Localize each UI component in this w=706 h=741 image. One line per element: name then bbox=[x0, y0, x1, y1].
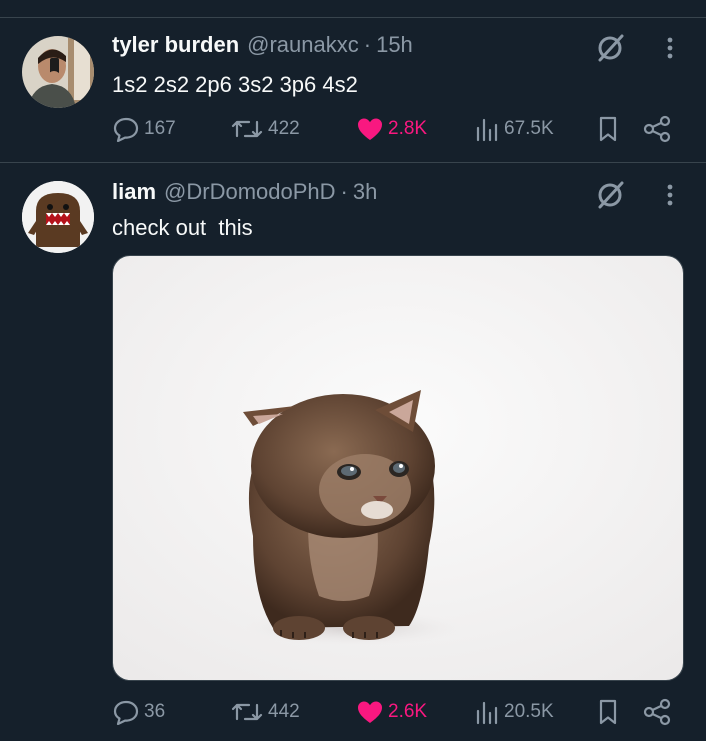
reply-icon bbox=[113, 700, 139, 725]
handle[interactable]: @raunakxc bbox=[247, 32, 359, 58]
bookmark-button[interactable] bbox=[596, 697, 624, 727]
handle[interactable]: @DrDomodoPhD bbox=[164, 179, 336, 205]
tweet-media-image[interactable] bbox=[112, 255, 684, 681]
more-icon bbox=[667, 184, 673, 206]
views-icon bbox=[476, 118, 498, 142]
display-name[interactable]: liam bbox=[112, 179, 156, 205]
like-count: 2.8K bbox=[388, 118, 428, 139]
repost-count: 442 bbox=[268, 701, 300, 722]
more-icon bbox=[667, 37, 673, 59]
repost-button[interactable]: 442 bbox=[230, 697, 300, 727]
views-button[interactable]: 20.5K bbox=[474, 697, 554, 727]
tweet-text: 1s2 2s2 2p6 3s2 3p6 4s2 bbox=[112, 72, 358, 97]
grok-icon bbox=[598, 181, 624, 209]
repost-count: 422 bbox=[268, 118, 300, 139]
grok-button[interactable] bbox=[594, 179, 626, 211]
views-icon bbox=[476, 701, 498, 725]
bookmark-icon bbox=[599, 116, 617, 142]
bookmark-button[interactable] bbox=[596, 114, 624, 144]
share-icon bbox=[643, 698, 671, 726]
avatar-photo bbox=[22, 181, 94, 253]
share-button[interactable] bbox=[642, 697, 676, 727]
view-count: 67.5K bbox=[504, 118, 554, 139]
like-button[interactable]: 2.6K bbox=[356, 697, 427, 727]
more-button[interactable] bbox=[660, 179, 680, 211]
grok-icon bbox=[598, 34, 624, 62]
tweet-actions: 36 442 2.6K 20.5K bbox=[112, 697, 682, 727]
reply-button[interactable]: 167 bbox=[112, 114, 176, 144]
reply-count: 167 bbox=[144, 118, 176, 139]
top-divider bbox=[0, 17, 706, 18]
tweet-header: liam @DrDomodoPhD · 3h bbox=[112, 177, 377, 207]
heart-icon bbox=[358, 118, 382, 140]
repost-button[interactable]: 422 bbox=[230, 114, 300, 144]
bookmark-icon bbox=[599, 699, 617, 725]
separator: · bbox=[363, 32, 372, 57]
kitten-photo bbox=[113, 256, 683, 680]
timestamp[interactable]: 3h bbox=[353, 179, 377, 205]
repost-icon bbox=[231, 120, 263, 138]
avatar-photo bbox=[22, 36, 94, 108]
tweet-text: check out this bbox=[112, 215, 253, 240]
view-count: 20.5K bbox=[504, 701, 554, 722]
separator: · bbox=[340, 179, 348, 204]
tweet[interactable]: liam @DrDomodoPhD · 3h check out this 36… bbox=[0, 177, 706, 741]
tweet-divider bbox=[0, 162, 706, 163]
avatar[interactable] bbox=[22, 181, 94, 253]
reply-button[interactable]: 36 bbox=[112, 697, 165, 727]
share-icon bbox=[643, 115, 671, 143]
tweet[interactable]: tyler burden @raunakxc · 15h 1s2 2s2 2p6… bbox=[0, 30, 706, 162]
timestamp[interactable]: 15h bbox=[376, 32, 413, 58]
grok-button[interactable] bbox=[594, 32, 626, 64]
reply-count: 36 bbox=[144, 701, 166, 722]
more-button[interactable] bbox=[660, 32, 680, 64]
tweet-actions: 167 422 2.8K 67.5K bbox=[112, 114, 682, 144]
like-count: 2.6K bbox=[388, 701, 428, 722]
avatar[interactable] bbox=[22, 36, 94, 108]
like-button[interactable]: 2.8K bbox=[356, 114, 427, 144]
repost-icon bbox=[231, 703, 263, 721]
views-button[interactable]: 67.5K bbox=[474, 114, 554, 144]
display-name[interactable]: tyler burden bbox=[112, 32, 239, 58]
tweet-header: tyler burden @raunakxc · 15h bbox=[112, 30, 413, 60]
share-button[interactable] bbox=[642, 114, 676, 144]
heart-icon bbox=[358, 701, 382, 723]
reply-icon bbox=[113, 117, 139, 142]
